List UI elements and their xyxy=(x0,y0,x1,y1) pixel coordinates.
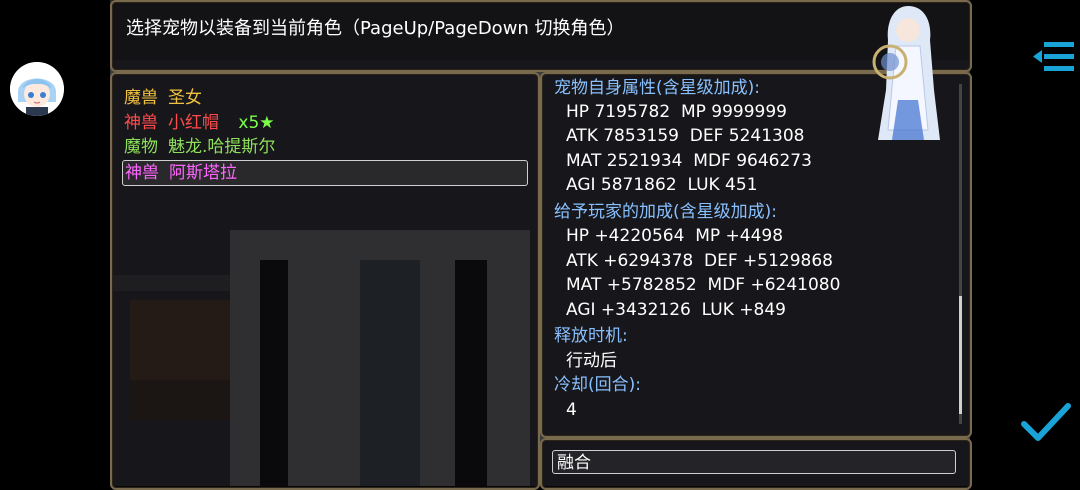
pet-star-count: x5★ xyxy=(238,113,275,133)
self-stat-line: AGI 5871862 LUK 451 xyxy=(566,175,758,195)
self-stat-line: MAT 2521934 MDF 9646273 xyxy=(566,151,812,171)
pet-name: 圣女 xyxy=(168,88,202,108)
pet-type: 神兽 xyxy=(124,113,158,133)
help-window: 选择宠物以装备到当前角色（PageUp/PageDown 切换角色） xyxy=(110,0,972,72)
character-avatar[interactable] xyxy=(10,62,64,116)
pet-list-item[interactable]: 神兽 小红帽 x5★ xyxy=(124,111,275,135)
cooldown-value: 4 xyxy=(566,400,577,420)
pet-type: 魔兽 xyxy=(124,88,158,108)
detail-scrollbar[interactable] xyxy=(959,84,962,424)
self-stat-line: HP 7195782 MP 9999999 xyxy=(566,102,787,122)
help-text: 选择宠物以装备到当前角色（PageUp/PageDown 切换角色） xyxy=(126,18,625,39)
pet-name: 小红帽 xyxy=(168,113,219,133)
fuse-command[interactable]: 融合 xyxy=(552,450,956,474)
cooldown-header: 冷却(回合): xyxy=(554,375,641,395)
character-portrait xyxy=(872,6,940,140)
pet-name: 魅龙.哈提斯尔 xyxy=(168,137,276,157)
timing-header: 释放时机: xyxy=(554,326,628,346)
bonus-stat-line: HP +4220564 MP +4498 xyxy=(566,226,784,246)
bonus-stat-line: ATK +6294378 DEF +5129868 xyxy=(566,251,833,271)
pet-type: 神兽 xyxy=(125,163,159,183)
bonus-stat-line: AGI +3432126 LUK +849 xyxy=(566,300,786,320)
pet-list-window: 魔兽 圣女 神兽 小红帽 x5★ 魔物 魅龙.哈提斯尔 神兽 阿斯塔拉 xyxy=(110,72,540,490)
timing-value: 行动后 xyxy=(566,351,617,371)
bonus-stats-header: 给予玩家的加成(含星级加成): xyxy=(554,202,777,222)
avatar-icon xyxy=(10,62,64,116)
pet-type: 魔物 xyxy=(124,137,158,157)
bonus-stat-line: MAT +5782852 MDF +6241080 xyxy=(566,275,841,295)
menu-list-icon[interactable] xyxy=(1030,38,1076,76)
scrollbar-thumb[interactable] xyxy=(959,296,962,414)
pet-list-item[interactable]: 魔兽 圣女 xyxy=(124,86,202,110)
pet-name: 阿斯塔拉 xyxy=(169,163,237,183)
self-stats-header: 宠物自身属性(含星级加成): xyxy=(554,78,760,98)
self-stat-line: ATK 7853159 DEF 5241308 xyxy=(566,126,805,146)
command-window: 融合 xyxy=(540,438,972,490)
checkmark-icon[interactable] xyxy=(1020,400,1072,444)
pet-list-item-selected[interactable]: 神兽 阿斯塔拉 xyxy=(122,160,528,186)
pet-list-item[interactable]: 魔物 魅龙.哈提斯尔 xyxy=(124,135,275,159)
